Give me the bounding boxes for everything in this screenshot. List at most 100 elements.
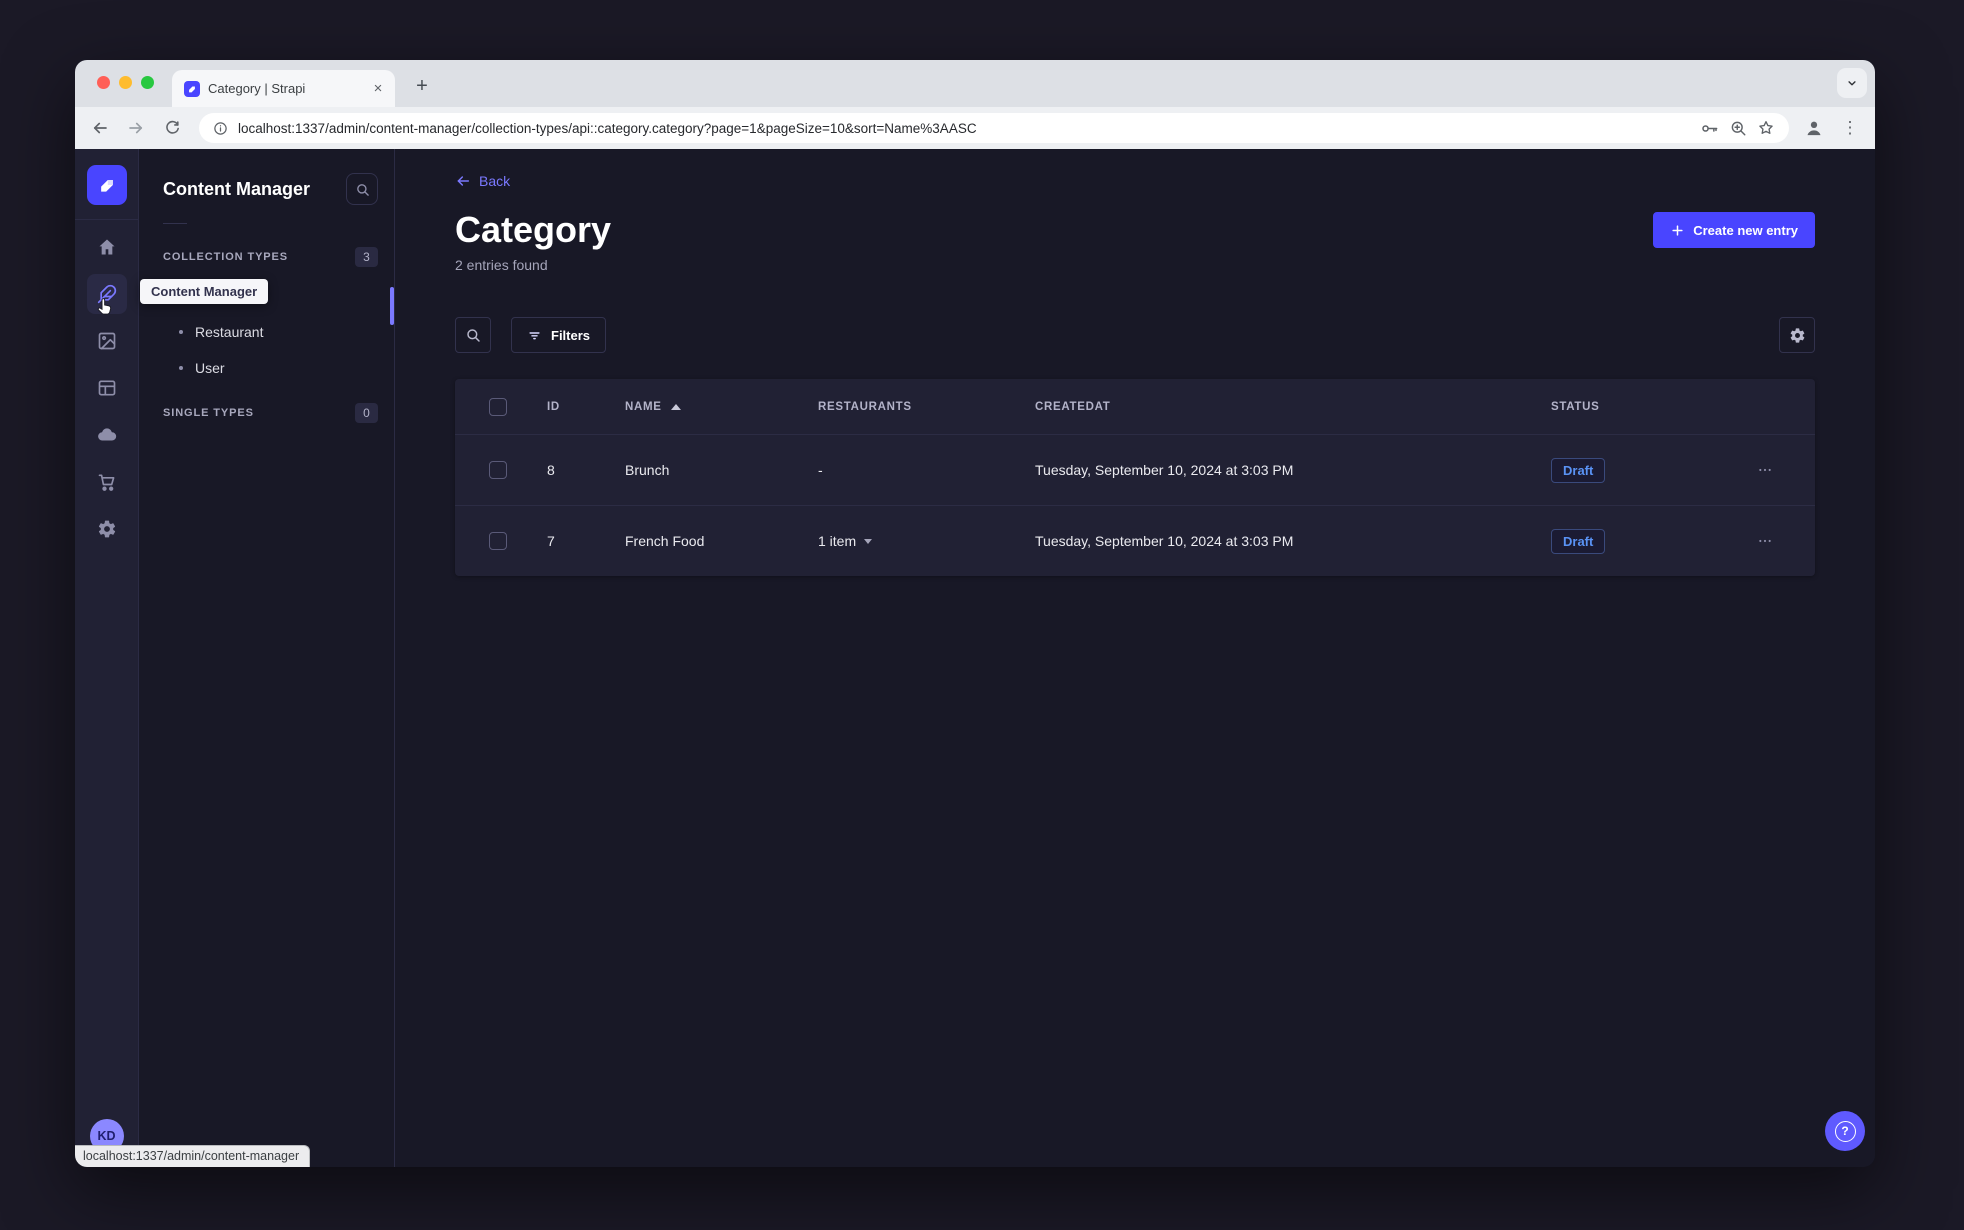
link-preview-statusbar: localhost:1337/admin/content-manager bbox=[75, 1145, 311, 1167]
filter-icon bbox=[529, 331, 540, 339]
ellipsis-icon bbox=[1759, 539, 1771, 543]
window-controls bbox=[97, 76, 154, 89]
nav-marketplace-button[interactable] bbox=[87, 462, 127, 502]
arrow-left-icon bbox=[93, 122, 107, 134]
row-actions-button[interactable] bbox=[1749, 454, 1781, 486]
minimize-window-button[interactable] bbox=[119, 76, 132, 89]
shopping-cart-icon bbox=[98, 474, 114, 491]
strapi-favicon bbox=[184, 80, 200, 97]
cell-id: 7 bbox=[547, 533, 555, 549]
column-header-restaurants: RESTAURANTS bbox=[818, 400, 912, 413]
row-checkbox[interactable] bbox=[489, 532, 507, 550]
url-bar[interactable]: localhost:1337/admin/content-manager/col… bbox=[199, 113, 1789, 143]
browser-tab[interactable]: Category | Strapi × bbox=[172, 70, 395, 107]
status-badge: Draft bbox=[1551, 457, 1606, 483]
tab-search-button[interactable] bbox=[1837, 68, 1867, 98]
home-icon bbox=[99, 239, 114, 255]
collection-types-label: COLLECTION TYPES bbox=[163, 251, 289, 263]
table-row[interactable]: 7 French Food 1 item Tuesday, September … bbox=[455, 505, 1815, 576]
tab-strip: Category | Strapi × + bbox=[75, 60, 1875, 107]
table-search-button[interactable] bbox=[455, 317, 491, 353]
create-new-entry-label: Create new entry bbox=[1693, 222, 1798, 238]
browser-menu-button[interactable]: ⋮ bbox=[1835, 113, 1865, 143]
single-types-count-badge: 0 bbox=[355, 403, 378, 423]
active-item-indicator bbox=[390, 287, 394, 325]
single-types-label: SINGLE TYPES bbox=[163, 407, 254, 419]
zoom-window-button[interactable] bbox=[141, 76, 154, 89]
back-link[interactable]: Back bbox=[455, 173, 510, 189]
sort-ascending-icon bbox=[670, 403, 681, 410]
password-key-icon[interactable] bbox=[1700, 119, 1719, 138]
cell-createdat: Tuesday, September 10, 2024 at 3:03 PM bbox=[1035, 462, 1294, 478]
subnav-title: Content Manager bbox=[163, 178, 311, 199]
page-title: Category bbox=[455, 209, 612, 250]
strapi-logo-icon bbox=[100, 180, 113, 192]
reload-button[interactable] bbox=[157, 113, 187, 143]
arrow-left-icon bbox=[457, 176, 470, 186]
nav-settings-button[interactable] bbox=[87, 509, 127, 549]
column-header-name[interactable]: NAME bbox=[625, 401, 818, 413]
strapi-app: KD Content Manager COLLECTION TYPES 3 Ca… bbox=[75, 149, 1875, 1167]
sidebar-item-label: Restaurant bbox=[195, 324, 264, 340]
profile-button[interactable] bbox=[1799, 113, 1829, 143]
subnav-divider bbox=[163, 223, 187, 224]
nav-content-type-builder-button[interactable] bbox=[87, 368, 127, 408]
collection-types-section-header[interactable]: COLLECTION TYPES 3 bbox=[163, 246, 378, 268]
nav-home-button[interactable] bbox=[87, 227, 127, 267]
create-new-entry-button[interactable]: Create new entry bbox=[1653, 212, 1815, 248]
table-header-row: ID NAME RESTAURANTS CREATEDAT STATUS bbox=[455, 379, 1815, 434]
page-info-icon[interactable] bbox=[213, 121, 228, 136]
cell-createdat: Tuesday, September 10, 2024 at 3:03 PM bbox=[1035, 533, 1294, 549]
back-nav-button[interactable] bbox=[85, 113, 115, 143]
browser-window: Category | Strapi × + localhost:1337/adm… bbox=[75, 60, 1875, 1167]
cell-name: French Food bbox=[625, 533, 705, 549]
cell-restaurants[interactable]: 1 item bbox=[818, 533, 1035, 549]
table-row[interactable]: 8 Brunch - Tuesday, September 10, 2024 a… bbox=[455, 434, 1815, 505]
content-manager-tooltip: Content Manager bbox=[140, 279, 269, 304]
search-icon bbox=[467, 329, 480, 342]
column-header-createdat[interactable]: CREATEDAT bbox=[1035, 401, 1551, 413]
cell-restaurants: - bbox=[818, 462, 823, 478]
question-mark-icon: ? bbox=[1834, 1120, 1856, 1142]
close-window-button[interactable] bbox=[97, 76, 110, 89]
bullet-icon bbox=[179, 330, 183, 334]
column-header-status: STATUS bbox=[1551, 400, 1600, 413]
media-image-icon bbox=[98, 332, 115, 350]
toolbar-right: ⋮ bbox=[1799, 113, 1865, 143]
help-button[interactable]: ? bbox=[1825, 1111, 1865, 1151]
cloud-icon bbox=[97, 428, 116, 441]
arrow-right-icon bbox=[129, 122, 143, 134]
sidebar-item-user[interactable]: User bbox=[163, 350, 378, 386]
nav-media-library-button[interactable] bbox=[87, 321, 127, 361]
url-text[interactable]: localhost:1337/admin/content-manager/col… bbox=[238, 121, 1690, 136]
close-tab-icon[interactable]: × bbox=[369, 80, 387, 98]
sidebar-item-restaurant[interactable]: Restaurant bbox=[163, 314, 378, 350]
filters-button[interactable]: Filters bbox=[511, 317, 607, 353]
rail-divider bbox=[75, 219, 139, 220]
new-tab-button[interactable]: + bbox=[409, 74, 435, 100]
entries-count: 2 entries found bbox=[455, 257, 548, 273]
subnav-search-button[interactable] bbox=[346, 173, 378, 205]
status-badge: Draft bbox=[1551, 528, 1606, 554]
single-types-section-header[interactable]: SINGLE TYPES 0 bbox=[163, 402, 378, 424]
filters-label: Filters bbox=[551, 327, 591, 343]
layout-icon bbox=[98, 380, 115, 396]
view-settings-button[interactable] bbox=[1779, 317, 1815, 353]
bookmark-star-icon[interactable] bbox=[1757, 119, 1775, 137]
browser-toolbar: localhost:1337/admin/content-manager/col… bbox=[75, 107, 1875, 149]
nav-deploy-button[interactable] bbox=[87, 415, 127, 455]
entries-table: ID NAME RESTAURANTS CREATEDAT STATUS 8 B… bbox=[455, 379, 1815, 576]
sidebar-item-label: User bbox=[195, 360, 225, 376]
bullet-icon bbox=[179, 366, 183, 370]
chevron-down-icon bbox=[1848, 81, 1856, 86]
collection-types-count-badge: 3 bbox=[355, 247, 378, 267]
ellipsis-icon bbox=[1759, 468, 1771, 472]
zoom-in-icon[interactable] bbox=[1729, 119, 1747, 137]
plus-icon bbox=[1672, 224, 1683, 236]
row-actions-button[interactable] bbox=[1749, 525, 1781, 557]
forward-nav-button[interactable] bbox=[121, 113, 151, 143]
select-all-checkbox[interactable] bbox=[489, 397, 507, 416]
strapi-logo[interactable] bbox=[86, 165, 127, 205]
column-header-id[interactable]: ID bbox=[547, 401, 625, 413]
row-checkbox[interactable] bbox=[489, 461, 507, 479]
